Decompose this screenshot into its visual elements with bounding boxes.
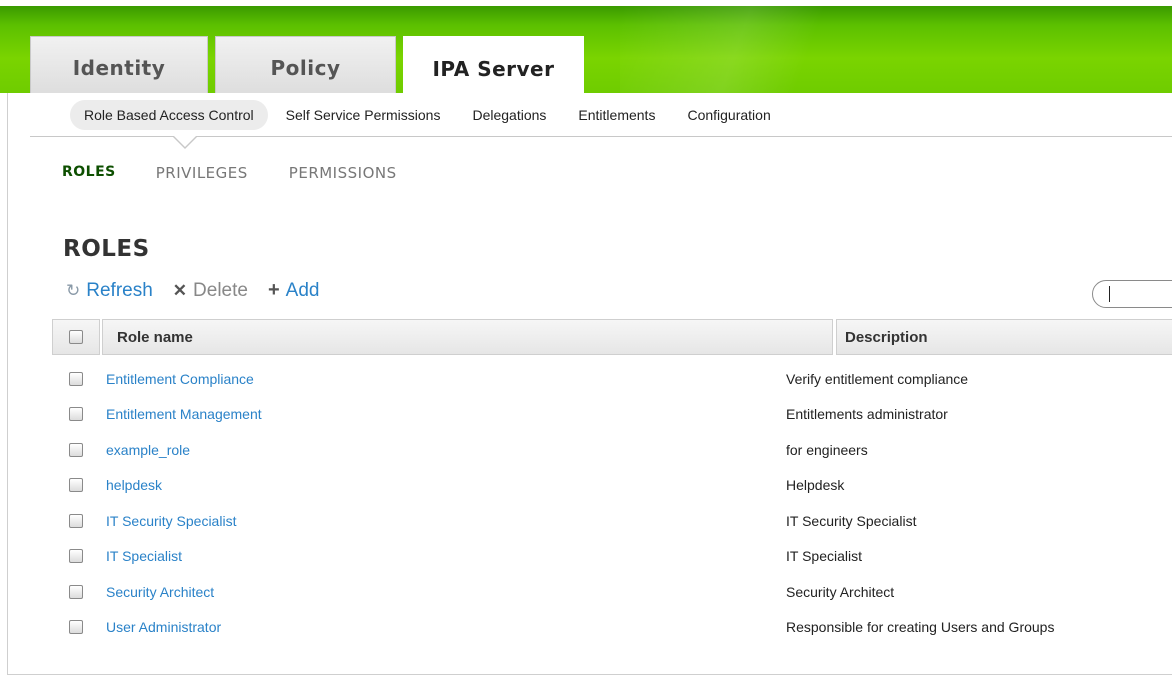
role-name-link[interactable]: helpdesk: [100, 477, 786, 493]
subnav-active-pointer: [172, 135, 198, 149]
role-name-link[interactable]: User Administrator: [100, 619, 786, 635]
add-button[interactable]: + Add: [268, 279, 320, 302]
refresh-icon: ↻: [66, 280, 81, 300]
subnav-configuration[interactable]: Configuration: [673, 100, 784, 130]
facet-tabs: ROLES PRIVILEGES PERMISSIONS: [62, 164, 438, 182]
facet-privileges[interactable]: PRIVILEGES: [156, 164, 248, 182]
subnav-entitlements[interactable]: Entitlements: [564, 100, 669, 130]
row-checkbox[interactable]: [69, 371, 83, 386]
column-header-role-name[interactable]: Role name: [102, 319, 833, 355]
facet-roles[interactable]: ROLES: [62, 164, 116, 182]
row-checkbox[interactable]: [69, 584, 83, 599]
role-name-link[interactable]: IT Specialist: [100, 548, 786, 564]
role-description: Responsible for creating Users and Group…: [786, 619, 1055, 636]
role-description: Verify entitlement compliance: [786, 370, 969, 387]
role-name-link[interactable]: example_role: [100, 442, 786, 458]
table-row: helpdesk Helpdesk: [52, 468, 1172, 504]
role-name-link[interactable]: IT Security Specialist: [100, 513, 786, 529]
secondary-nav: Role Based Access Control Self Service P…: [30, 93, 1172, 137]
add-icon: +: [267, 279, 280, 301]
table-row: Entitlement Compliance Verify entitlemen…: [52, 361, 1172, 397]
page-title: ROLES: [63, 236, 150, 262]
facet-permissions[interactable]: PERMISSIONS: [289, 164, 397, 182]
table-row: Entitlement Management Entitlements admi…: [52, 397, 1172, 433]
role-description: Helpdesk: [786, 477, 845, 494]
column-header-description[interactable]: Description: [836, 319, 1172, 355]
table-row: Security Architect Security Architect: [52, 574, 1172, 610]
subnav-delegations[interactable]: Delegations: [458, 100, 560, 130]
tab-ipa-server[interactable]: IPA Server: [403, 36, 584, 100]
refresh-button[interactable]: ↻ Refresh: [66, 280, 153, 302]
delete-button[interactable]: ✕ Delete: [173, 280, 248, 302]
row-checkbox[interactable]: [69, 620, 83, 635]
row-checkbox[interactable]: [69, 513, 83, 528]
search-input[interactable]: [1092, 280, 1172, 308]
role-description: Entitlements administrator: [786, 406, 948, 423]
table-row: User Administrator Responsible for creat…: [52, 610, 1172, 646]
row-checkbox[interactable]: [69, 478, 83, 493]
table-row: example_role for engineers: [52, 432, 1172, 468]
row-checkbox[interactable]: [69, 549, 83, 564]
action-bar: ↻ Refresh ✕ Delete + Add: [66, 279, 339, 302]
app-header: Identity Policy IPA Server: [0, 0, 1172, 100]
table-body: Entitlement Compliance Verify entitlemen…: [52, 361, 1172, 645]
subnav-self-service-permissions[interactable]: Self Service Permissions: [272, 100, 455, 130]
tab-policy[interactable]: Policy: [215, 36, 396, 98]
tab-identity[interactable]: Identity: [30, 36, 208, 98]
role-name-link[interactable]: Entitlement Management: [100, 406, 786, 422]
role-name-link[interactable]: Security Architect: [100, 584, 786, 600]
table-row: IT Security Specialist IT Security Speci…: [52, 503, 1172, 539]
role-description: IT Specialist: [786, 548, 862, 565]
delete-icon: ✕: [172, 280, 188, 300]
role-description: for engineers: [786, 441, 868, 458]
delete-label: Delete: [193, 279, 248, 301]
role-description: IT Security Specialist: [786, 512, 917, 529]
role-description: Security Architect: [786, 583, 895, 600]
subnav-role-based-access-control[interactable]: Role Based Access Control: [70, 99, 268, 130]
table-row: IT Specialist IT Specialist: [52, 539, 1172, 575]
content-border-left: [7, 93, 8, 675]
row-checkbox[interactable]: [69, 442, 83, 457]
row-checkbox[interactable]: [69, 407, 83, 422]
refresh-label: Refresh: [86, 279, 153, 301]
select-all-checkbox[interactable]: [69, 330, 83, 344]
add-label: Add: [285, 279, 320, 301]
roles-table: Role name Description Entitlement Compli…: [52, 319, 1172, 645]
select-all-cell: [52, 319, 100, 355]
table-header: Role name Description: [52, 319, 1172, 355]
role-name-link[interactable]: Entitlement Compliance: [100, 371, 786, 387]
